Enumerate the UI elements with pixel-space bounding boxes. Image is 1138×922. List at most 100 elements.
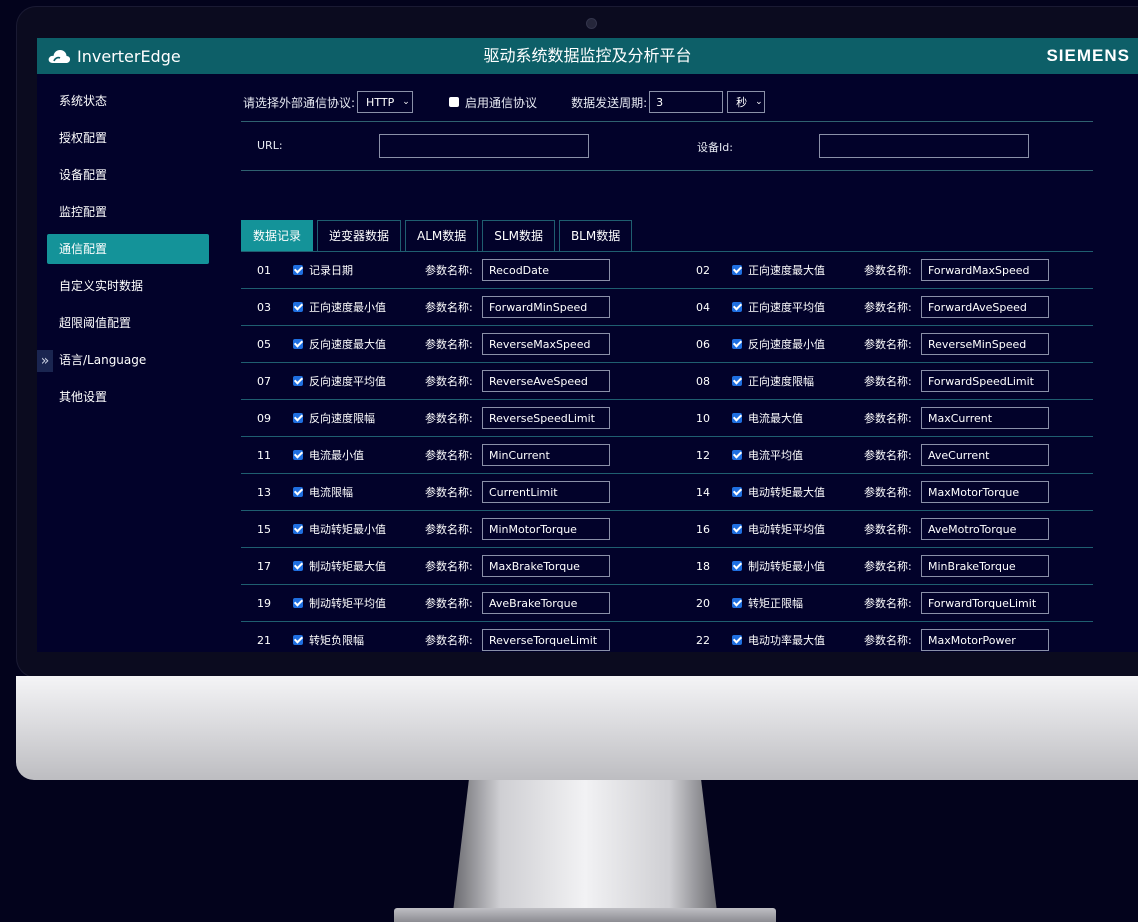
record-number: 15 — [257, 522, 271, 536]
param-name-input[interactable]: ReverseMaxSpeed — [482, 333, 610, 355]
record-checkbox[interactable] — [293, 524, 303, 534]
record-field[interactable]: 转矩负限幅 — [293, 622, 364, 652]
enable-checkbox[interactable] — [449, 97, 460, 107]
record-field[interactable]: 制动转矩平均值 — [293, 585, 386, 621]
record-checkbox[interactable] — [732, 450, 742, 460]
record-field[interactable]: 正向速度平均值 — [732, 289, 825, 325]
param-name-input[interactable]: MaxCurrent — [921, 407, 1049, 429]
record-checkbox[interactable] — [293, 487, 303, 497]
period-input[interactable]: 3 — [649, 91, 724, 113]
protocol-select[interactable]: HTTP ⌄ — [357, 91, 414, 113]
tab[interactable]: SLM数据 — [482, 220, 555, 251]
record-checkbox[interactable] — [293, 598, 303, 608]
record-field[interactable]: 记录日期 — [293, 252, 353, 288]
sidebar-item[interactable]: 设备配置 — [47, 160, 209, 190]
tab[interactable]: ALM数据 — [405, 220, 479, 251]
tab[interactable]: 数据记录 — [241, 220, 314, 251]
tab[interactable]: 逆变器数据 — [317, 220, 402, 251]
record-field[interactable]: 制动转矩最大值 — [293, 548, 386, 584]
param-name-input[interactable]: ForwardTorqueLimit — [921, 592, 1049, 614]
param-name-input[interactable]: MinMotorTorque — [482, 518, 610, 540]
record-checkbox[interactable] — [293, 450, 303, 460]
record-field[interactable]: 反向速度平均值 — [293, 363, 386, 399]
record-label: 正向速度最小值 — [309, 301, 386, 314]
record-checkbox[interactable] — [732, 487, 742, 497]
record-checkbox[interactable] — [732, 524, 742, 534]
period-unit-select[interactable]: 秒 ⌄ — [727, 91, 766, 113]
param-name-input[interactable]: ReverseSpeedLimit — [482, 407, 610, 429]
record-field[interactable]: 电流限幅 — [293, 474, 353, 510]
record-checkbox[interactable] — [732, 413, 742, 423]
record-checkbox[interactable] — [732, 302, 742, 312]
record-field[interactable]: 电动转矩平均值 — [732, 511, 825, 547]
param-name-input[interactable]: ReverseAveSpeed — [482, 370, 610, 392]
param-name-label: 参数名称: — [425, 264, 473, 277]
record-field[interactable]: 正向速度限幅 — [732, 363, 814, 399]
param-name-input[interactable]: AveCurrent — [921, 444, 1049, 466]
sidebar-item[interactable]: 监控配置 — [47, 197, 209, 227]
record-checkbox[interactable] — [732, 561, 742, 571]
record-field[interactable]: 电动转矩最小值 — [293, 511, 386, 547]
record-label: 反向速度最小值 — [748, 338, 825, 351]
param-name-input[interactable]: MinBrakeTorque — [921, 555, 1049, 577]
sidebar-item[interactable]: 授权配置 — [47, 123, 209, 153]
param-name-input[interactable]: ForwardMinSpeed — [482, 296, 610, 318]
sidebar-item[interactable]: 系统状态 — [47, 86, 209, 116]
record-checkbox[interactable] — [732, 635, 742, 645]
record-field[interactable]: 反向速度限幅 — [293, 400, 375, 436]
record-checkbox[interactable] — [293, 635, 303, 645]
record-checkbox[interactable] — [293, 561, 303, 571]
param-name-input[interactable]: ReverseMinSpeed — [921, 333, 1049, 355]
table-row: 05 反向速度最大值 参数名称: ReverseMaxSpeed 06 反向速度最小值 参数… — [241, 325, 1093, 362]
record-checkbox[interactable] — [732, 376, 742, 386]
param-name-input[interactable]: MinCurrent — [482, 444, 610, 466]
device-id-input[interactable] — [819, 134, 1029, 158]
record-checkbox[interactable] — [293, 265, 303, 275]
record-field[interactable]: 电动转矩最大值 — [732, 474, 825, 510]
record-field[interactable]: 反向速度最大值 — [293, 326, 386, 362]
sidebar-item[interactable]: 通信配置 — [47, 234, 209, 264]
record-field[interactable]: 电动功率最大值 — [732, 622, 825, 652]
record-number: 17 — [257, 559, 271, 573]
param-name-input[interactable]: AveMotroTorque — [921, 518, 1049, 540]
url-input[interactable] — [379, 134, 589, 158]
param-name-label: 参数名称: — [425, 597, 473, 610]
tab[interactable]: BLM数据 — [558, 220, 633, 251]
param-name-input[interactable]: AveBrakeTorque — [482, 592, 610, 614]
param-name-input[interactable]: RecodDate — [482, 259, 610, 281]
record-field[interactable]: 电流最小值 — [293, 437, 364, 473]
record-field[interactable]: 转矩正限幅 — [732, 585, 803, 621]
enable-protocol-toggle[interactable]: 启用通信协议 — [449, 94, 537, 111]
record-checkbox[interactable] — [732, 265, 742, 275]
record-field[interactable]: 正向速度最小值 — [293, 289, 386, 325]
record-field[interactable]: 电流平均值 — [732, 437, 803, 473]
param-name-input[interactable]: ForwardAveSpeed — [921, 296, 1049, 318]
param-name-input[interactable]: MaxMotorPower — [921, 629, 1049, 651]
record-field[interactable]: 正向速度最大值 — [732, 252, 825, 288]
param-name-input[interactable]: MaxBrakeTorque — [482, 555, 610, 577]
record-checkbox[interactable] — [293, 413, 303, 423]
param-name-input[interactable]: ReverseTorqueLimit — [482, 629, 610, 651]
param-name-input[interactable]: CurrentLimit — [482, 481, 610, 503]
record-field[interactable]: 电流最大值 — [732, 400, 803, 436]
record-checkbox[interactable] — [293, 302, 303, 312]
app-logo[interactable]: InverterEdge — [47, 47, 487, 66]
record-checkbox[interactable] — [293, 339, 303, 349]
param-name-label: 参数名称: — [864, 264, 912, 277]
record-field[interactable]: 反向速度最小值 — [732, 326, 825, 362]
param-name-input[interactable]: ForwardMaxSpeed — [921, 259, 1049, 281]
sidebar-item[interactable]: 自定义实时数据 — [47, 271, 209, 301]
record-checkbox[interactable] — [732, 598, 742, 608]
record-number: 14 — [696, 485, 710, 499]
top-bar: InverterEdge 驱动系统数据监控及分析平台 SIEMENS — [37, 38, 1138, 74]
param-name-input[interactable]: ForwardSpeedLimit — [921, 370, 1049, 392]
record-checkbox[interactable] — [293, 376, 303, 386]
param-name-input[interactable]: MaxMotorTorque — [921, 481, 1049, 503]
sidebar-item[interactable]: 超限阈值配置 — [47, 308, 209, 338]
expand-chevron-icon[interactable]: » — [37, 350, 53, 372]
sidebar-item[interactable]: 其他设置 — [47, 382, 209, 412]
protocol-value: HTTP — [366, 95, 395, 109]
record-field[interactable]: 制动转矩最小值 — [732, 548, 825, 584]
record-checkbox[interactable] — [732, 339, 742, 349]
sidebar-item[interactable]: 语言/Language — [47, 345, 209, 375]
